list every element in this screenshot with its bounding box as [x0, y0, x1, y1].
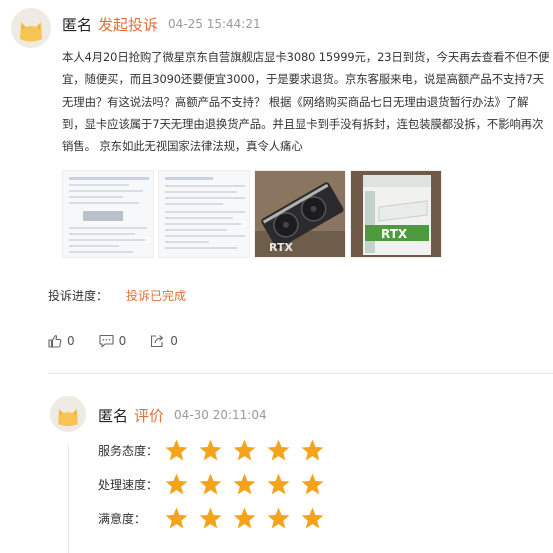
document-screenshot-image	[159, 171, 249, 257]
reviewer-name[interactable]: 匿名	[98, 405, 128, 426]
rating-service: 服务态度：	[98, 438, 325, 463]
complaint-body: 本人4月20日抢购了微星京东自营旗舰店显卡3080 15999元，23日到货，今…	[62, 50, 550, 154]
complaint-status: 投诉进度： 投诉已完成	[48, 287, 186, 304]
like-count: 0	[67, 334, 75, 348]
like-button[interactable]: 0	[48, 334, 75, 348]
status-value: 投诉已完成	[126, 289, 187, 303]
author-avatar[interactable]	[11, 8, 51, 48]
star-rating	[164, 472, 325, 497]
box-rtx-text: RTX	[381, 227, 408, 241]
graphics-card-photo: RTX	[255, 171, 345, 257]
comment-count: 0	[118, 334, 127, 348]
star-icon	[165, 473, 188, 495]
star-icon	[267, 473, 290, 495]
star-icon	[267, 439, 290, 461]
star-rating	[164, 506, 325, 531]
star-icon	[233, 473, 256, 495]
rating-satisfaction: 满意度：	[98, 506, 325, 531]
star-icon	[267, 507, 290, 529]
review-timestamp: 04-30 20:11:04	[174, 408, 267, 422]
post-actions: 0 0 0	[48, 334, 202, 348]
reviewer-avatar[interactable]	[50, 396, 86, 432]
thread-line	[68, 445, 69, 553]
post-action-label: 发起投诉	[98, 15, 159, 34]
graphics-card-box-photo: RTX	[351, 171, 441, 257]
comment-icon	[99, 334, 114, 348]
star-icon	[165, 507, 188, 529]
star-rating	[164, 438, 325, 463]
thumbnail-document-1[interactable]	[62, 170, 154, 258]
thumbnail-graphics-card-box[interactable]: RTX	[350, 170, 442, 258]
thumbs-up-icon	[48, 334, 62, 348]
star-icon	[301, 439, 324, 461]
star-icon	[301, 507, 324, 529]
star-icon	[233, 507, 256, 529]
rating-label: 处理速度：	[98, 478, 159, 492]
review-header: 匿名 评价 04-30 20:11:04	[98, 403, 267, 427]
star-icon	[165, 439, 188, 461]
card-rtx-text: RTX	[269, 241, 293, 254]
star-icon	[199, 439, 222, 461]
comment-button[interactable]: 0	[99, 334, 127, 348]
rating-label: 满意度：	[98, 512, 147, 526]
rating-speed: 处理速度：	[98, 472, 325, 497]
thumbnail-graphics-card[interactable]: RTX	[254, 170, 346, 258]
status-label: 投诉进度：	[48, 289, 109, 303]
image-gallery: RTX RTX	[62, 170, 442, 258]
review-action-label: 评价	[134, 406, 165, 425]
share-count: 0	[170, 334, 178, 348]
section-divider	[48, 373, 553, 374]
thumbnail-document-2[interactable]	[158, 170, 250, 258]
share-button[interactable]: 0	[150, 334, 178, 348]
author-name[interactable]: 匿名	[62, 14, 92, 35]
cat-avatar-icon	[11, 8, 51, 48]
share-icon	[151, 335, 164, 348]
cat-avatar-icon	[50, 396, 86, 432]
rating-label: 服务态度：	[98, 444, 159, 458]
star-icon	[199, 507, 222, 529]
star-icon	[233, 439, 256, 461]
document-screenshot-image	[63, 171, 153, 257]
post-timestamp: 04-25 15:44:21	[168, 17, 261, 31]
star-icon	[301, 473, 324, 495]
post-header: 匿名 发起投诉 04-25 15:44:21	[62, 12, 261, 36]
star-icon	[199, 473, 222, 495]
